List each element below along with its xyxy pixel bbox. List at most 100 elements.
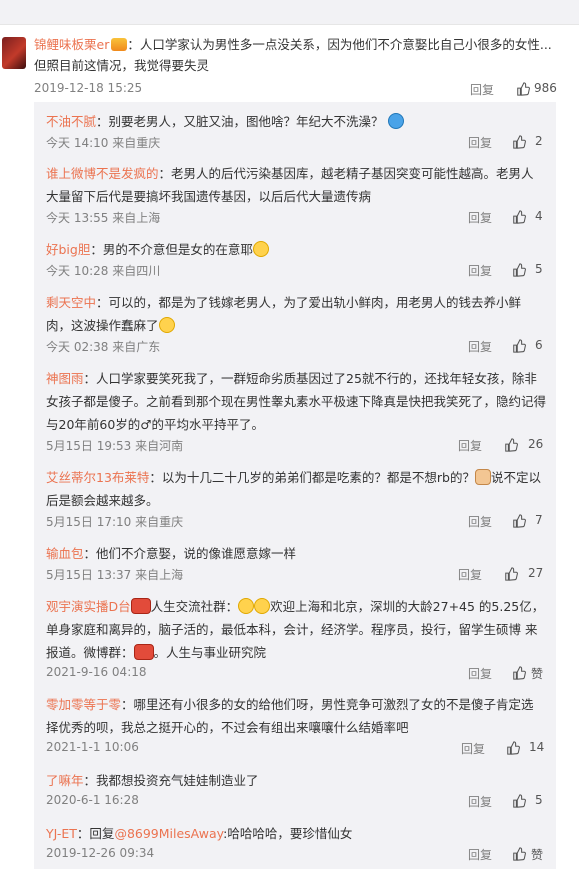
reply-button[interactable]: 回复 — [468, 846, 492, 863]
sub-comment-text: 零加零等于零：哪里还有小很多的女的给他们呀，男性竞争可激烈了女的不是傻子肯定选择… — [46, 693, 546, 739]
sub-comment-body: 人生交流社群： — [150, 599, 239, 614]
sub-comment-text: 艾丝蒂尔13布莱特：以为十几二十几岁的弟弟们都是吃素的？都是不想rb的？ 说不定以… — [46, 466, 546, 512]
sub-comment-username[interactable]: 艾丝蒂尔13布莱特 — [46, 470, 149, 485]
thumbs-up-icon[interactable] — [512, 135, 526, 149]
sub-comment-time: 2021-1-1 10:06 — [46, 740, 139, 754]
sub-comment-time: 今天 10:28 来自四川 — [46, 264, 161, 278]
sub-comment-body: ：他们不介意娶，说的像谁愿意嫁一样 — [83, 546, 297, 561]
reply-button[interactable]: 回复 — [458, 566, 482, 583]
sub-comment-meta: 今天 10:28 来自四川 回复 5 — [46, 262, 546, 280]
sub-comment-meta: 2021-1-1 10:06 回复 14 — [46, 740, 546, 758]
like-count: 27 — [528, 566, 544, 580]
sub-comment-username[interactable]: 神图雨 — [46, 371, 84, 386]
like-count: 2 — [535, 134, 543, 148]
sub-comment-text: 剩天空中：可以的，都是为了钱嫁老男人，为了爱出轨小鲜肉，用老男人的钱去养小鲜肉，… — [46, 291, 546, 337]
thumbs-up-icon[interactable] — [512, 794, 526, 808]
sub-comment-time: 2020-6-1 16:28 — [46, 793, 139, 807]
sub-comment-body: ：以为十几二十几岁的弟弟们都是吃素的？都是不想rb的？ — [149, 470, 475, 485]
sub-comment-time: 5月15日 19:53 来自河南 — [46, 439, 184, 453]
sub-comment: YJ-ET：回复@8699MilesAway:哈哈哈哈，要珍惜仙女 2019-1… — [46, 822, 546, 864]
thumbs-up-icon[interactable] — [506, 741, 520, 755]
sub-comment-meta: 5月15日 19:53 来自河南 回复 26 — [46, 437, 546, 455]
sub-comment-username[interactable]: 谁上微博不是发疯的 — [46, 166, 159, 181]
sub-comment-time: 今天 14:10 来自重庆 — [46, 136, 161, 150]
cat-emoji-icon — [474, 469, 491, 485]
like-count: 5 — [535, 793, 543, 807]
sub-comment-body: ：可以的，都是为了钱嫁老男人，为了爱出轨小鲜肉，用老男人的钱去养小鲜肉，这波操作… — [46, 295, 522, 333]
sub-comment-username[interactable]: 好big胆 — [46, 242, 90, 257]
sub-comments-panel: 不油不腻：别要老男人，又脏又油，图他啥？年纪大不洗澡？ 今天 14:10 来自重… — [34, 102, 556, 869]
sub-comment-body-cont: :哈哈哈哈，要珍惜仙女 — [223, 826, 353, 841]
sub-comment-body-end: 。人生与事业研究院 — [153, 645, 267, 660]
thumbs-up-icon[interactable] — [512, 514, 526, 528]
sub-comment-time: 5月15日 13:37 来自上海 — [46, 568, 184, 582]
avatar[interactable] — [2, 37, 26, 69]
sub-comment-meta: 2020-6-1 16:28 回复 5 — [46, 793, 546, 811]
sub-comment: 输血包：他们不介意娶，说的像谁愿意嫁一样 5月15日 13:37 来自上海 回复… — [46, 542, 546, 584]
sub-comment-username[interactable]: 不油不腻 — [46, 114, 96, 129]
main-comment-meta: 2019-12-18 15:25 回复 986 — [34, 81, 557, 99]
sub-comment-body: ：回复 — [76, 826, 115, 841]
thumbs-up-icon[interactable] — [512, 210, 526, 224]
sub-comment-username[interactable]: 输血包 — [46, 546, 84, 561]
sub-comment-meta: 2019-12-26 09:34 回复 赞 — [46, 846, 546, 864]
sub-comment-username[interactable]: 了嘛年 — [46, 773, 84, 788]
reply-button[interactable]: 回复 — [470, 81, 494, 98]
sub-comment-meta: 今天 02:38 来自广东 回复 6 — [46, 338, 546, 356]
reply-button[interactable]: 回复 — [458, 437, 482, 454]
reply-button[interactable]: 回复 — [468, 793, 492, 810]
thumbs-up-icon[interactable] — [504, 438, 518, 452]
sub-comment-text: 输血包：他们不介意娶，说的像谁愿意嫁一样 — [46, 542, 546, 565]
like-count: 赞 — [531, 667, 544, 681]
like-count: 14 — [529, 740, 545, 754]
thumbs-up-icon[interactable] — [512, 339, 526, 353]
reply-button[interactable]: 回复 — [468, 513, 492, 530]
red-packet-emoji-icon — [133, 644, 154, 660]
previous-comment-clip — [0, 0, 579, 25]
sub-comment-text: 神图雨：人口学家要笑死我了，一群短命劣质基因过了25就不行的，还找年轻女孩，除非… — [46, 367, 546, 436]
sub-comment-text: 观宇演实播D台 人生交流社群： 欢迎上海和北京，深圳的大龄27+45 的5.25亿，… — [46, 595, 546, 664]
like-count: 6 — [535, 338, 543, 352]
sub-comment-username[interactable]: 观宇演实播D台 — [46, 599, 131, 614]
sub-comment-meta: 今天 14:10 来自重庆 回复 2 — [46, 134, 546, 152]
sub-comment-username[interactable]: 零加零等于零 — [46, 697, 121, 712]
sub-comment-text: 好big胆：男的不介意但是女的在意耶 — [46, 238, 546, 261]
smile-emoji-icon — [158, 317, 175, 333]
sub-comment: 好big胆：男的不介意但是女的在意耶 今天 10:28 来自四川 回复 5 — [46, 238, 546, 280]
sub-comment-username[interactable]: YJ-ET — [46, 826, 77, 841]
main-comment-time: 2019-12-18 15:25 — [34, 81, 143, 95]
thumbs-up-icon[interactable] — [516, 82, 530, 96]
sub-comment-time: 今天 02:38 来自广东 — [46, 340, 161, 354]
reply-button[interactable]: 回复 — [468, 665, 492, 682]
sub-comment: 不油不腻：别要老男人，又脏又油，图他啥？年纪大不洗澡？ 今天 14:10 来自重… — [46, 110, 546, 152]
sub-comment: 神图雨：人口学家要笑死我了，一群短命劣质基因过了25就不行的，还找年轻女孩，除非… — [46, 367, 546, 455]
sub-comment-body: ：别要老男人，又脏又油，图他啥？年纪大不洗澡？ — [96, 114, 384, 129]
thumbs-up-icon[interactable] — [504, 567, 518, 581]
grin-emoji-icon — [252, 241, 269, 257]
main-comment-username[interactable]: 锦鲤味板栗er — [34, 37, 109, 52]
like-count: 4 — [535, 209, 543, 223]
thumbs-up-icon[interactable] — [512, 263, 526, 277]
sub-comment-meta: 今天 13:55 来自上海 回复 4 — [46, 209, 546, 227]
sub-comment-text: 谁上微博不是发疯的：老男人的后代污染基因库，越老精子基因突变可能性越高。老男人大… — [46, 162, 546, 208]
sub-comment-username[interactable]: 剩天空中 — [46, 295, 96, 310]
scrollbar-track[interactable] — [560, 25, 579, 869]
sub-comment: 艾丝蒂尔13布莱特：以为十几二十几岁的弟弟们都是吃素的？都是不想rb的？ 说不定以… — [46, 466, 546, 531]
thumbs-up-icon[interactable] — [512, 847, 526, 861]
sub-comment-time: 2019-12-26 09:34 — [46, 846, 155, 860]
reply-button[interactable]: 回复 — [468, 134, 492, 151]
reply-button[interactable]: 回复 — [468, 209, 492, 226]
like-count: 26 — [528, 437, 544, 451]
mention-link[interactable]: @8699MilesAway — [114, 826, 223, 841]
sub-comment: 了嘛年：我都想投资充气娃娃制造业了 2020-6-1 16:28 回复 5 — [46, 769, 546, 811]
smile-emoji-icon — [238, 598, 255, 614]
smile-emoji-icon — [254, 598, 271, 614]
sub-comment-body: ：我都想投资充气娃娃制造业了 — [83, 773, 259, 788]
reply-button[interactable]: 回复 — [468, 338, 492, 355]
sub-comment: 谁上微博不是发疯的：老男人的后代污染基因库，越老精子基因突变可能性越高。老男人大… — [46, 162, 546, 227]
reply-button[interactable]: 回复 — [468, 262, 492, 279]
sub-comment-body: ：人口学家要笑死我了，一群短命劣质基因过了25就不行的，还找年轻女孩，除非女孩子… — [46, 371, 547, 432]
thumbs-up-icon[interactable] — [512, 666, 526, 680]
like-count: 7 — [535, 513, 543, 527]
reply-button[interactable]: 回复 — [461, 740, 485, 757]
